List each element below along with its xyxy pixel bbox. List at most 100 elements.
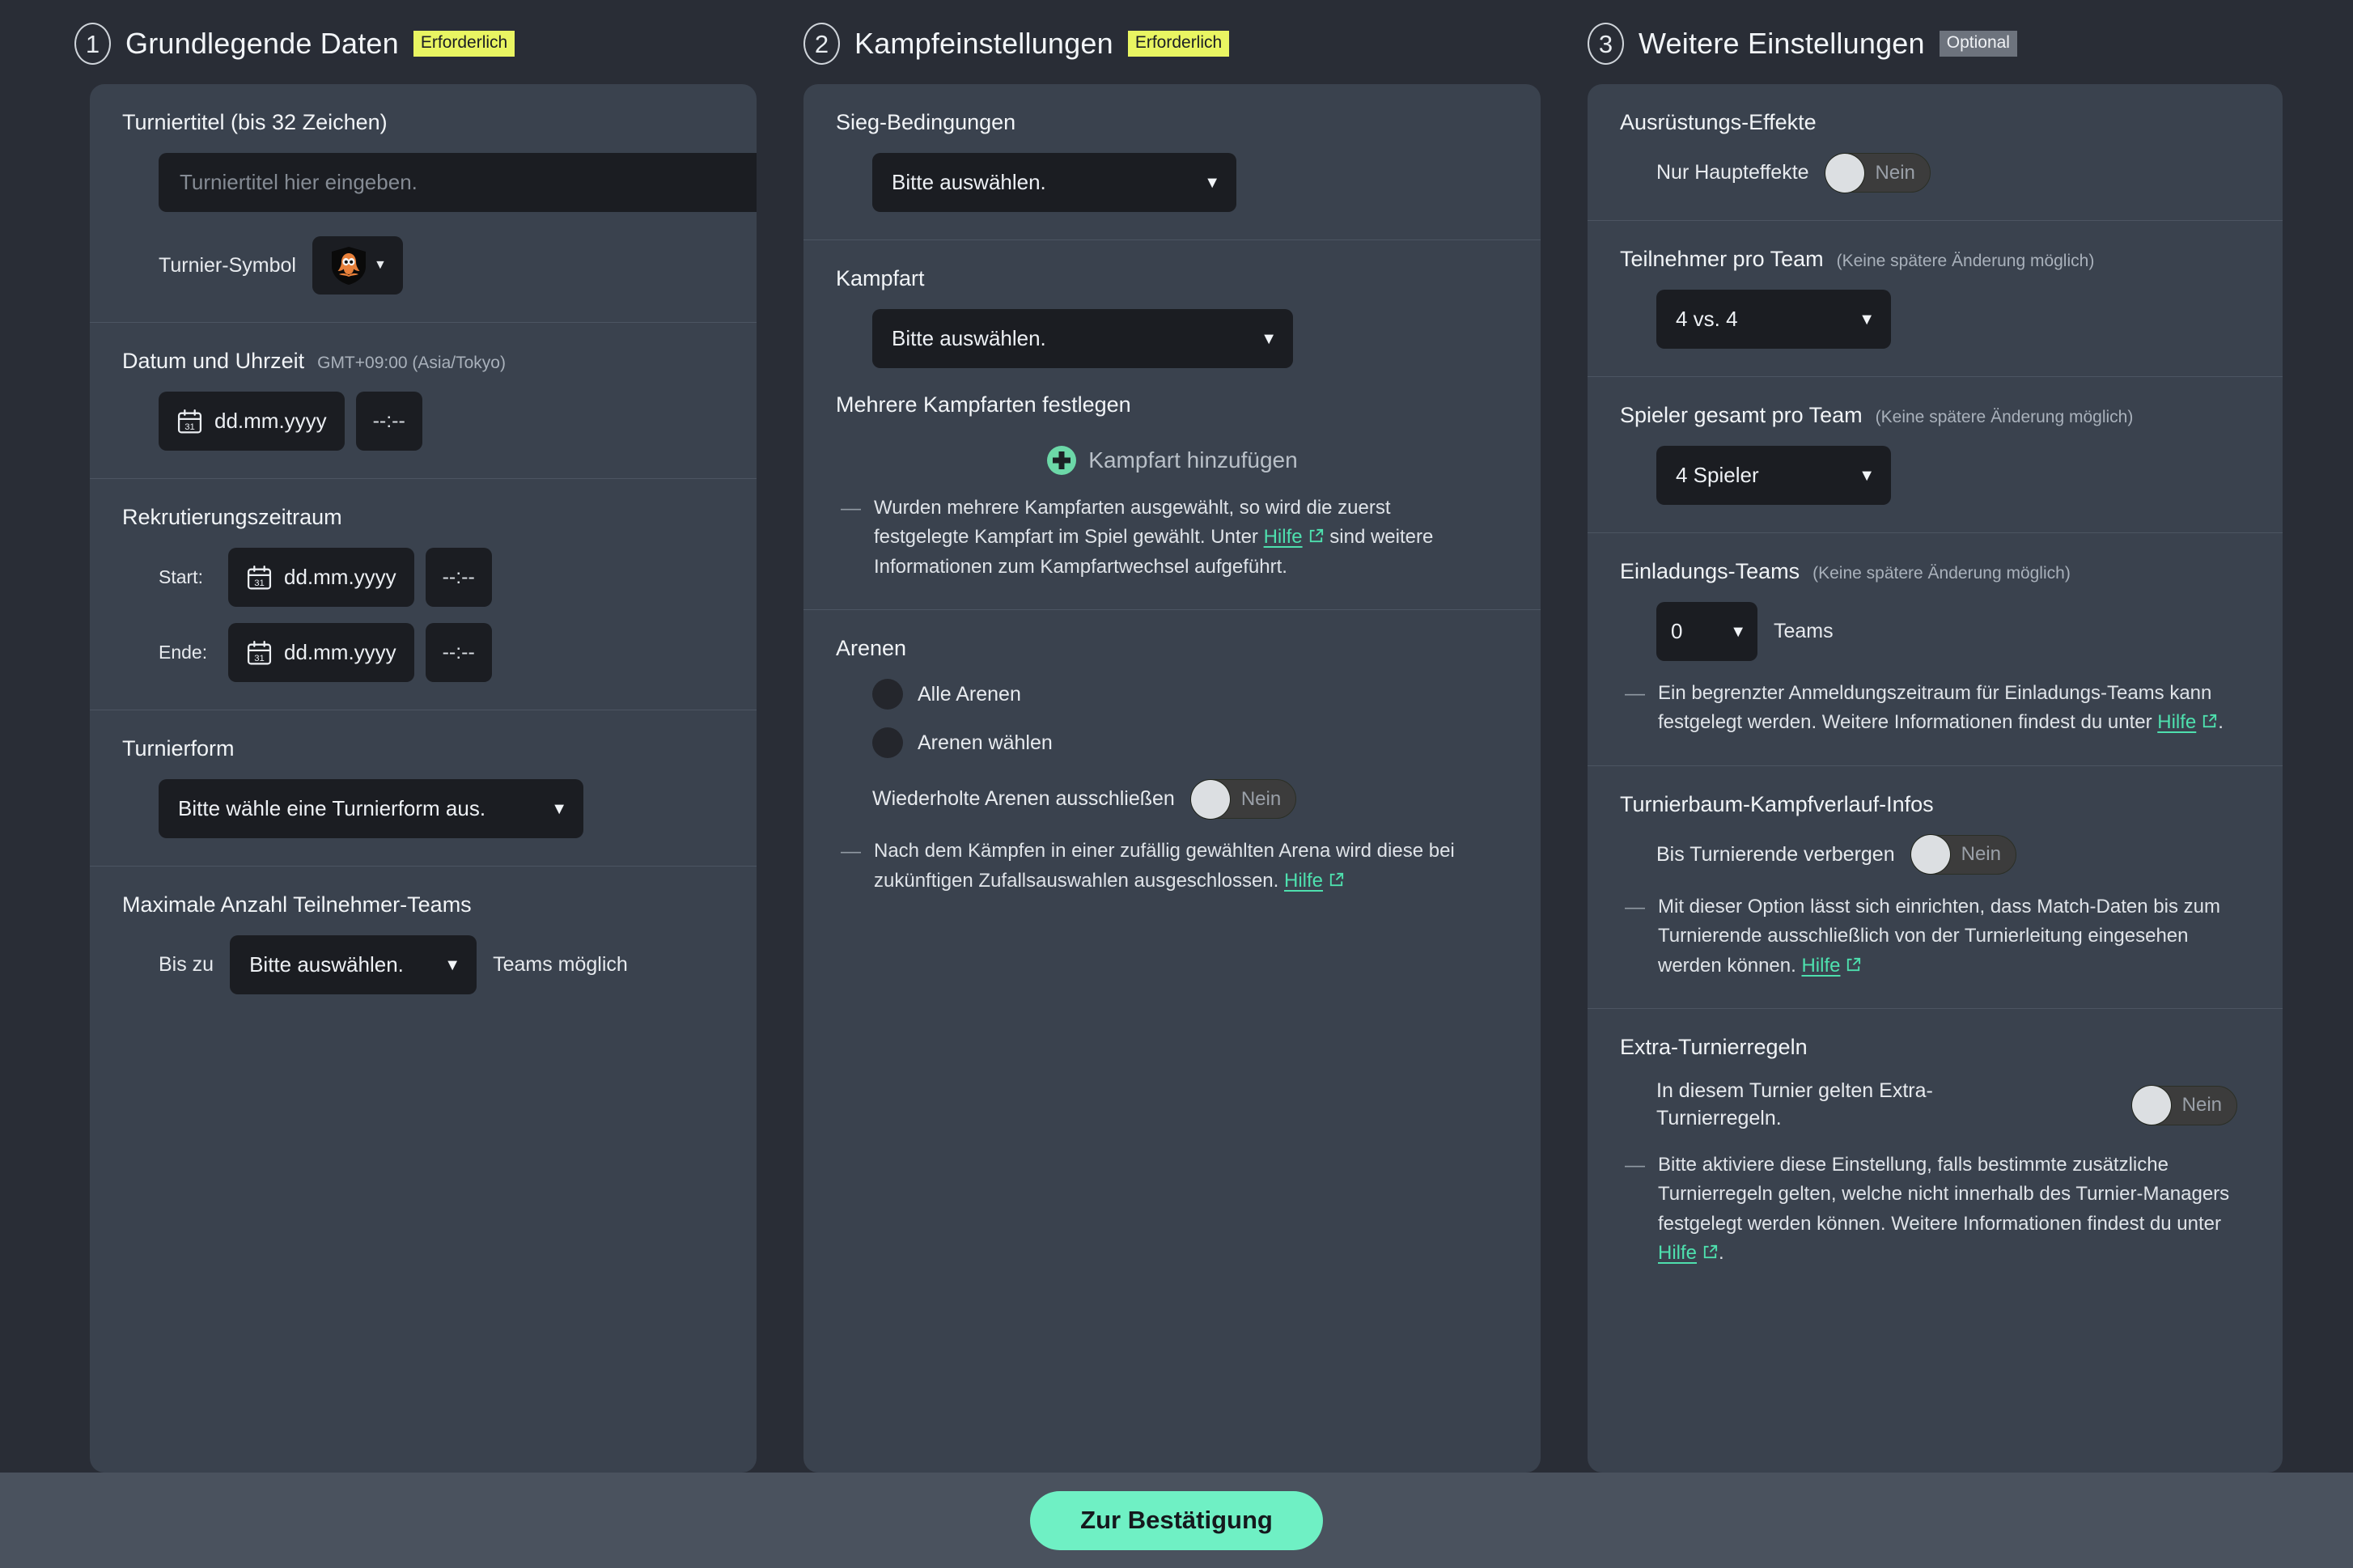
bracket-match-info-label: Turnierbaum-Kampfverlauf-Infos (1620, 791, 1934, 816)
add-battle-type-button[interactable]: Kampfart hinzufügen (836, 445, 1508, 476)
step-number-1: 1 (74, 23, 111, 65)
battle-type-select[interactable]: Bitte auswählen. ▼ (872, 309, 1293, 368)
note-dash-icon: — (1625, 1153, 1645, 1176)
invitation-teams-heading: Einladungs-Teams (Keine spätere Änderung… (1620, 559, 2250, 584)
bracket-match-info-note-text: Mit dieser Option lässt sich einrichten,… (1658, 895, 2220, 977)
add-battle-type-label: Kampfart hinzufügen (1088, 447, 1298, 473)
calendar-icon: 31 (247, 565, 272, 590)
victory-conditions-value: Bitte auswählen. (892, 170, 1046, 194)
invitation-teams-label: Einladungs-Teams (1620, 559, 1800, 583)
arenas-label: Arenen (836, 636, 907, 661)
max-teams-value: Bitte auswählen. (249, 952, 404, 977)
recruit-end-date-field[interactable]: 31 dd.mm.yyyy (228, 623, 414, 682)
radio-all-arenas[interactable]: Alle Arenen (872, 679, 1508, 710)
note-dash-icon: — (1625, 895, 1645, 918)
section-victory-conditions: Sieg-Bedingungen Bitte auswählen. ▼ (803, 84, 1541, 240)
extra-rules-toggle-label: In diesem Turnier gelten Extra-Turnierre… (1656, 1079, 1933, 1130)
battle-settings-panel: Sieg-Bedingungen Bitte auswählen. ▼ Kamp… (803, 84, 1541, 1473)
recruit-start-date-field[interactable]: 31 dd.mm.yyyy (228, 548, 414, 607)
recruit-start-time-field[interactable]: --:-- (425, 548, 492, 607)
recruit-start-label: Start: (159, 566, 203, 587)
column-2-title: Kampfeinstellungen (854, 27, 1113, 60)
columns-container: 1 Grundlegende Daten Erforderlich Turnie… (0, 0, 2353, 1473)
section-recruitment-period: Rekrutierungszeitraum Start: 31 dd.mm.yy… (90, 479, 757, 710)
help-link[interactable]: Hilfe (1264, 526, 1303, 548)
help-link[interactable]: Hilfe (1284, 870, 1323, 892)
invitation-teams-note-text: Ein begrenzter Anmeldungszeitraum für Ei… (1658, 682, 2224, 734)
column-basic-data: 1 Grundlegende Daten Erforderlich Turnie… (0, 0, 784, 1473)
participants-per-team-select[interactable]: 4 vs. 4 ▼ (1656, 290, 1891, 349)
participants-per-team-hint: (Keine spätere Änderung möglich) (1836, 252, 2095, 270)
tournament-time-field[interactable]: --:-- (355, 392, 422, 451)
other-settings-panel: Ausrüstungs-Effekte Nur Haupteffekte Nei… (1588, 84, 2283, 1473)
battle-type-label: Kampfart (836, 266, 925, 290)
toggle-knob (1190, 779, 1230, 819)
chevron-down-icon: ▼ (551, 799, 567, 818)
column-2-header: 2 Kampfeinstellungen Erforderlich (784, 0, 1568, 84)
extra-rules-toggle[interactable]: Nein (2131, 1085, 2237, 1125)
toggle-knob (1910, 835, 1950, 875)
players-per-team-heading: Spieler gesamt pro Team (Keine spätere Ä… (1620, 403, 2250, 428)
section-players-per-team: Spieler gesamt pro Team (Keine spätere Ä… (1588, 377, 2283, 533)
max-teams-select[interactable]: Bitte auswählen. ▼ (230, 935, 477, 994)
players-per-team-select[interactable]: 4 Spieler ▼ (1656, 446, 1891, 505)
victory-conditions-label: Sieg-Bedingungen (836, 110, 1016, 134)
svg-text:31: 31 (254, 578, 265, 587)
section-invitation-teams: Einladungs-Teams (Keine spätere Änderung… (1588, 533, 2283, 766)
extra-rules-toggle-value: Nein (2181, 1094, 2222, 1117)
max-teams-prefix: Bis zu (159, 953, 214, 976)
max-teams-suffix: Teams möglich (493, 953, 628, 976)
radio-select-arenas[interactable]: Arenen wählen (872, 727, 1508, 759)
exclude-repeat-arenas-toggle[interactable]: Nein (1190, 779, 1297, 820)
chevron-down-icon: ▼ (1261, 329, 1277, 348)
radio-button-icon (872, 679, 903, 710)
tournament-title-label: Turniertitel (bis 32 Zeichen) (122, 110, 388, 134)
invitation-teams-select[interactable]: 0 ▼ (1656, 602, 1757, 661)
hide-until-end-toggle[interactable]: Nein (1910, 834, 2016, 875)
radio-button-icon (872, 727, 903, 759)
extra-rules-note-text: Bitte aktiviere diese Einstellung, falls… (1658, 1153, 2230, 1265)
recruit-end-time-field[interactable]: --:-- (425, 623, 492, 682)
tournament-date-field[interactable]: 31 dd.mm.yyyy (159, 392, 345, 451)
column-3-title: Weitere Einstellungen (1639, 27, 1925, 60)
tournament-title-input[interactable] (159, 153, 757, 212)
toggle-knob (1825, 153, 1864, 193)
tournament-symbol-select[interactable]: ▼ (312, 236, 403, 295)
column-battle-settings: 2 Kampfeinstellungen Erforderlich Sieg-B… (784, 0, 1568, 1473)
battle-type-value: Bitte auswählen. (892, 326, 1046, 350)
orange-squid-shield-icon (332, 247, 367, 285)
players-per-team-label: Spieler gesamt pro Team (1620, 403, 1863, 427)
tournament-format-select[interactable]: Bitte wähle eine Turnierform aus. ▼ (159, 779, 583, 838)
help-link[interactable]: Hilfe (1658, 1242, 1697, 1264)
recruit-start-date-value: dd.mm.yyyy (284, 565, 396, 589)
section-battle-type: Kampfart Bitte auswählen. ▼ Mehrere Kamp… (803, 240, 1541, 611)
section-bracket-match-info: Turnierbaum-Kampfverlauf-Infos Bis Turni… (1588, 766, 2283, 1010)
calendar-icon: 31 (247, 640, 272, 665)
battle-type-note: — Wurden mehrere Kampfarten ausgewählt, … (836, 494, 1508, 582)
extra-rules-note: — Bitte aktiviere diese Einstellung, fal… (1620, 1151, 2250, 1269)
timezone-label: GMT+09:00 (Asia/Tokyo) (317, 354, 506, 372)
main-effects-only-toggle[interactable]: Nein (1825, 153, 1931, 193)
gear-effects-label: Ausrüstungs-Effekte (1620, 110, 1817, 134)
external-link-icon (1703, 1245, 1718, 1259)
note-dash-icon: — (1625, 682, 1645, 705)
section-arenas: Arenen Alle Arenen Arenen wählen Wiederh… (803, 610, 1541, 923)
date-time-label: Datum und Uhrzeit (122, 349, 305, 373)
invitation-teams-suffix: Teams (1774, 620, 1834, 642)
extra-rules-label: Extra-Turnierregeln (1620, 1035, 1808, 1060)
section-participants-per-team: Teilnehmer pro Team (Keine spätere Änder… (1588, 221, 2283, 377)
recruit-end-date-value: dd.mm.yyyy (284, 640, 396, 664)
victory-conditions-select[interactable]: Bitte auswählen. ▼ (872, 153, 1236, 212)
tournament-symbol-label: Turnier-Symbol (159, 253, 296, 277)
symbol-caret-icon: ▼ (374, 258, 387, 272)
external-link-icon (1309, 529, 1323, 543)
help-link[interactable]: Hilfe (1801, 955, 1840, 977)
invitation-teams-value: 0 (1671, 619, 1683, 643)
max-teams-label: Maximale Anzahl Teilnehmer-Teams (122, 892, 472, 917)
help-link[interactable]: Hilfe (2157, 711, 2196, 733)
participants-per-team-value: 4 vs. 4 (1676, 307, 1738, 331)
svg-text:31: 31 (184, 422, 195, 431)
confirm-button[interactable]: Zur Bestätigung (1030, 1490, 1323, 1550)
tournament-format-label: Turnierform (122, 736, 235, 761)
hide-until-end-label: Bis Turnierende verbergen (1656, 842, 1895, 866)
